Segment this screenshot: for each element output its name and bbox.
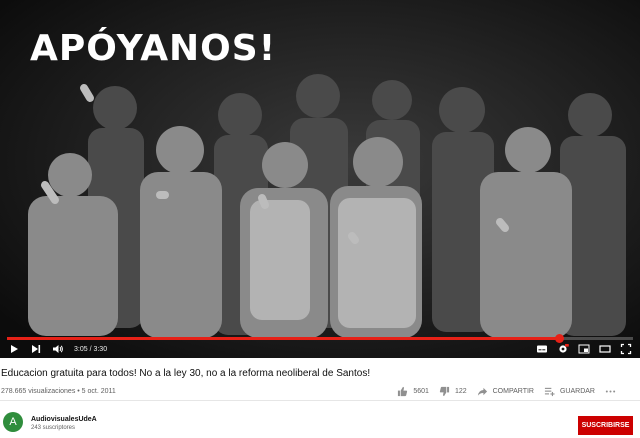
video-meta-row: 278.665 visualizaciones • 5 oct. 2011 56… <box>1 384 640 398</box>
save-label: GUARDAR <box>559 387 595 395</box>
settings-icon[interactable] <box>557 343 569 355</box>
thumbs-up-icon <box>398 386 408 396</box>
video-player[interactable]: APÓYANOS! 3:05 / 3:30 <box>0 0 640 358</box>
more-actions-button[interactable] <box>605 386 616 397</box>
channel-name[interactable]: AudiovisualesUdeA <box>31 416 97 423</box>
view-count-date: 278.665 visualizaciones • 5 oct. 2011 <box>1 387 116 395</box>
channel-avatar[interactable]: A <box>3 412 23 432</box>
time-display: 3:05 / 3:30 <box>74 345 108 353</box>
more-icon <box>605 389 616 393</box>
miniplayer-icon[interactable] <box>578 343 590 355</box>
share-button[interactable]: COMPARTIR <box>477 386 534 397</box>
share-icon <box>477 387 487 396</box>
subtitles-icon[interactable] <box>536 343 548 355</box>
like-button[interactable]: 5601 <box>397 386 429 397</box>
video-overlay-title: APÓYANOS! <box>30 28 277 69</box>
subscriber-count: 243 suscriptores <box>31 425 76 431</box>
divider <box>0 400 640 401</box>
share-label: COMPARTIR <box>492 387 534 395</box>
dislike-count: 122 <box>454 387 467 395</box>
save-button[interactable]: GUARDAR <box>544 386 595 397</box>
thumbs-down-icon <box>439 386 450 396</box>
like-count: 5601 <box>413 387 429 395</box>
next-icon[interactable] <box>30 343 42 355</box>
player-controls: 3:05 / 3:30 <box>0 340 640 358</box>
save-playlist-icon <box>544 387 555 396</box>
fullscreen-icon[interactable] <box>620 343 632 355</box>
video-actions: 5601 122 COMPARTIR GUARDAR <box>397 386 640 397</box>
video-title: Educacion gratuita para todos! No a la l… <box>1 368 371 379</box>
subscribe-button[interactable]: SUSCRIBIRSE <box>578 416 633 435</box>
channel-row: A AudiovisualesUdeA 243 suscriptores SUS… <box>0 408 640 438</box>
dislike-button[interactable]: 122 <box>439 386 467 397</box>
play-icon[interactable] <box>8 343 20 355</box>
volume-icon[interactable] <box>52 343 64 355</box>
theater-icon[interactable] <box>599 343 611 355</box>
